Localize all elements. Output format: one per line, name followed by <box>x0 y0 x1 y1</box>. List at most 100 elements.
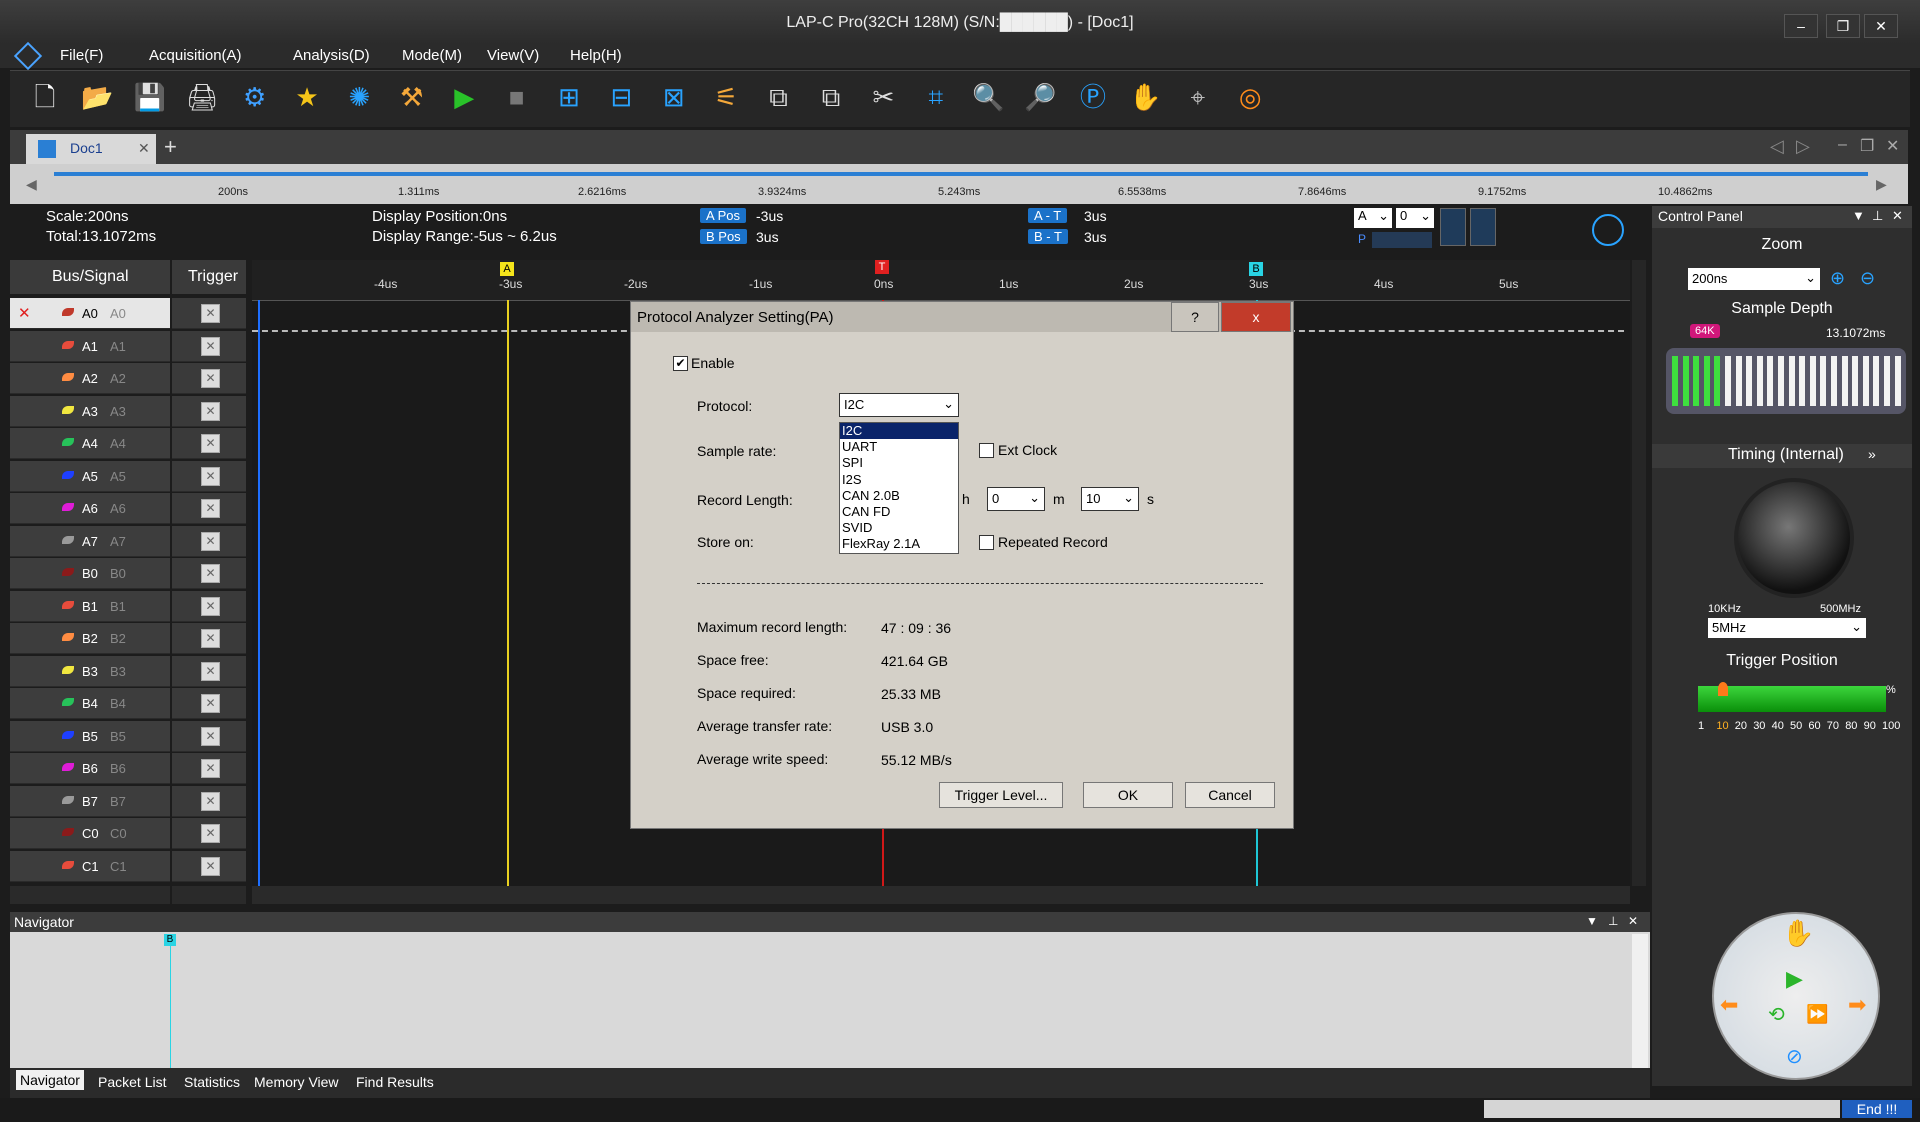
trigger-position-handle[interactable] <box>1718 682 1729 696</box>
tab-close-icon[interactable]: ✕ <box>138 140 150 157</box>
marker-pin-icon[interactable] <box>1440 208 1466 246</box>
seconds-select[interactable]: 10 ⌄ <box>1081 487 1139 511</box>
waveform-vertical-scrollbar[interactable] <box>1632 260 1646 886</box>
signal-scrollbar[interactable] <box>10 886 170 904</box>
trigger-tools[interactable] <box>172 886 246 904</box>
cursor-a-line[interactable] <box>507 300 509 886</box>
add-tab-button[interactable]: + <box>164 134 177 160</box>
timeline-left-arrow-icon[interactable]: ◀ <box>26 176 37 193</box>
stop-icon[interactable]: ⊘ <box>1786 1044 1803 1069</box>
cut-icon[interactable]: ✂ <box>866 80 900 114</box>
control-panel-pin-icon[interactable]: ⊥ <box>1872 208 1883 224</box>
paste-icon[interactable]: ⧉ <box>814 80 848 114</box>
trigger-cell-b4[interactable]: ✕ <box>172 688 246 719</box>
protocol-option[interactable]: SPI <box>840 455 958 471</box>
trigger-cell-a3[interactable]: ✕ <box>172 395 246 427</box>
save-settings-icon[interactable]: ⚙ <box>238 80 272 114</box>
control-panel-close-icon[interactable]: ✕ <box>1892 208 1903 224</box>
signal-row-b5[interactable]: B5 B5 <box>10 720 170 752</box>
hand-icon[interactable]: ✋ <box>1128 80 1162 114</box>
trigger-cell-a0[interactable]: ✕ <box>172 298 246 329</box>
signal-row-b0[interactable]: B0 B0 <box>10 558 170 589</box>
cursor2-icon[interactable]: ⊠ <box>657 80 691 114</box>
minimize-button[interactable]: – <box>1784 14 1818 38</box>
signal-row-a1[interactable]: A1 A1 <box>10 330 170 362</box>
navigator-cursor-b-marker[interactable]: B <box>164 934 176 946</box>
repeated-record-checkbox[interactable] <box>979 535 994 550</box>
signal-row-b2[interactable]: B2 B2 <box>10 623 170 654</box>
menu-analysis[interactable]: Analysis(D) <box>293 47 370 64</box>
zoom-out-icon[interactable]: 🔎 <box>1024 80 1058 114</box>
left-bound-cursor[interactable] <box>258 300 260 886</box>
trigger-level-button[interactable]: Trigger Level... <box>939 782 1063 808</box>
sample-depth-meter[interactable] <box>1666 348 1906 414</box>
stop-icon[interactable]: ■ <box>500 80 534 114</box>
bottom-tab-navigator[interactable]: Navigator <box>16 1070 84 1090</box>
signal-row-b3[interactable]: B3 B3 <box>10 655 170 687</box>
ok-button[interactable]: OK <box>1083 782 1173 808</box>
waveform-horizontal-scrollbar[interactable] <box>252 886 1630 904</box>
bottom-tab-packet-list[interactable]: Packet List <box>94 1072 170 1092</box>
open-folder-icon[interactable]: 📂 <box>80 80 114 114</box>
run-icon[interactable]: ▶ <box>447 80 481 114</box>
protocol-option[interactable]: UART <box>840 439 958 455</box>
add-cursor-icon[interactable]: ⊞ <box>552 80 586 114</box>
signal-row-a7[interactable]: A7 A7 <box>10 525 170 557</box>
frequency-select[interactable]: 5MHz ⌄ <box>1708 618 1866 638</box>
navigator-scrollbar[interactable] <box>1632 934 1648 1068</box>
menu-acquisition[interactable]: Acquisition(A) <box>149 47 242 64</box>
cursor-select[interactable]: A ⌄ <box>1354 208 1392 228</box>
protocol-dropdown-list[interactable]: I2C UART SPI I2S CAN 2.0B CAN FD SVID FlexRay 2… <box>839 422 959 554</box>
repeat-icon[interactable]: ⟲ <box>1768 1002 1785 1027</box>
zoom-fit-icon[interactable]: Ⓟ <box>1076 80 1110 114</box>
navigator-close-icon[interactable]: ✕ <box>1628 914 1638 928</box>
cursor-b-marker[interactable]: B <box>1249 262 1263 276</box>
copy-icon[interactable]: ⧉ <box>762 80 796 114</box>
signal-row-b1[interactable]: B1 B1 <box>10 590 170 622</box>
trigger-cell-b0[interactable]: ✕ <box>172 558 246 589</box>
zoom-in-icon[interactable]: ⊕ <box>1830 268 1845 289</box>
doc-restore-icon[interactable]: ❐ <box>1860 136 1874 156</box>
signal-row-c1[interactable]: C1 C1 <box>10 850 170 882</box>
overview-timeline[interactable] <box>10 164 1908 204</box>
zoom-out-icon[interactable]: ⊖ <box>1860 268 1875 289</box>
protocol-option[interactable]: SVID <box>840 520 958 536</box>
signal-row-a4[interactable]: A4 A4 <box>10 428 170 459</box>
cursor-number-select[interactable]: 0 ⌄ <box>1396 208 1434 228</box>
tab-scroll-right-icon[interactable]: ▷ <box>1796 136 1810 157</box>
trigger-cell-c0[interactable]: ✕ <box>172 818 246 849</box>
network-icon[interactable]: ✺ <box>342 80 376 114</box>
right-arrow-icon[interactable]: ➡ <box>1848 992 1866 1018</box>
trigger-cell-b3[interactable]: ✕ <box>172 655 246 687</box>
hand-icon[interactable]: ✋ <box>1782 918 1814 949</box>
marker-pin2-icon[interactable] <box>1470 208 1496 246</box>
cursor-icon[interactable]: ⊟ <box>604 80 638 114</box>
timing-knob[interactable] <box>1734 478 1854 598</box>
menu-help[interactable]: Help(H) <box>570 47 622 64</box>
counter-icon[interactable]: ⌗ <box>919 80 953 114</box>
protocol-option[interactable]: CAN FD <box>840 504 958 520</box>
protocol-option[interactable]: CAN 2.0B <box>840 488 958 504</box>
signal-row-b7[interactable]: B7 B7 <box>10 785 170 817</box>
bottom-tab-statistics[interactable]: Statistics <box>180 1072 244 1092</box>
protocol-option[interactable]: I2C <box>840 423 958 440</box>
favorite-star-icon[interactable]: ★ <box>290 80 324 114</box>
timeline-range-bar[interactable] <box>54 172 1868 176</box>
bottom-tab-memory-view[interactable]: Memory View <box>250 1072 343 1092</box>
protocol-option[interactable]: I2S <box>840 472 958 488</box>
waveform-ruler[interactable] <box>252 260 1630 301</box>
bottom-tab-find-results[interactable]: Find Results <box>352 1072 438 1092</box>
trigger-cell-b6[interactable]: ✕ <box>172 753 246 784</box>
ext-clock-checkbox[interactable] <box>979 443 994 458</box>
clock-icon[interactable] <box>1592 214 1624 246</box>
signal-row-a2[interactable]: A2 A2 <box>10 363 170 394</box>
signal-row-a3[interactable]: A3 A3 <box>10 395 170 427</box>
trigger-cell-a5[interactable]: ✕ <box>172 460 246 492</box>
navigator-pin-icon[interactable]: ⊥ <box>1608 914 1618 928</box>
signal-row-a0[interactable]: ✕ A0 A0 <box>10 298 170 329</box>
trigger-cell-a2[interactable]: ✕ <box>172 363 246 394</box>
print-icon[interactable]: 🖨 <box>185 80 219 114</box>
save-icon[interactable]: 💾 <box>133 80 167 114</box>
trigger-cell-a7[interactable]: ✕ <box>172 525 246 557</box>
new-doc-icon[interactable]: 🗋 <box>28 80 62 114</box>
